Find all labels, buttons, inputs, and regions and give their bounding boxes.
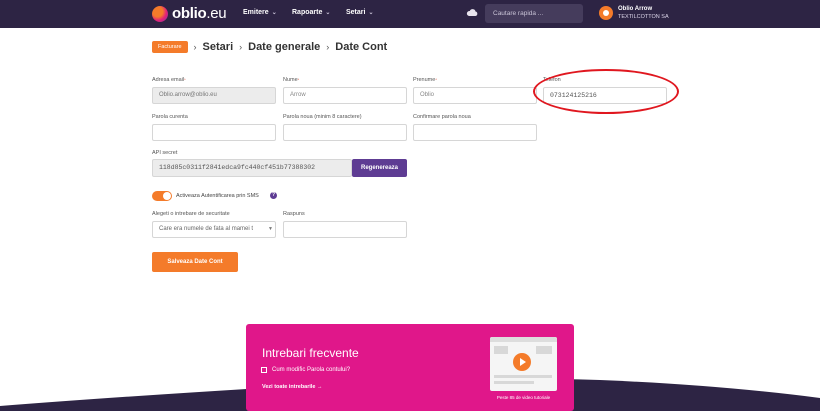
sms-auth-toggle[interactable] (152, 191, 172, 201)
nav-setari[interactable]: Setari ⌄ (346, 9, 374, 16)
breadcrumb-setari[interactable]: Setari (203, 41, 234, 53)
nume-label: Nume* (283, 77, 300, 83)
chevron-down-icon: ⌄ (271, 10, 277, 16)
top-navbar: oblio.eu Emitere ⌄ Rapoarte ⌄ Setari ⌄ Caut… (0, 0, 820, 28)
user-avatar-icon[interactable] (599, 6, 613, 20)
save-button[interactable]: Salveaza Date Cont (152, 252, 238, 272)
parola-noua-label: Parola noua (minim 8 caractere) (283, 114, 362, 120)
email-field[interactable]: Oblio.arrow@oblio.eu (152, 87, 276, 104)
faq-all-link[interactable]: Vezi toate intrebarile → (262, 384, 323, 390)
cloud-icon[interactable] (466, 8, 478, 17)
confirmare-parola-label: Confirmare parola noua (413, 114, 471, 120)
chevron-right-icon: › (326, 42, 330, 52)
user-company: TEXTILCOTTON SA (618, 14, 669, 20)
security-question-select[interactable]: Care era numele de fata al mamei t (152, 221, 276, 238)
chevron-right-icon: › (193, 42, 197, 52)
email-label: Adresa email* (152, 77, 186, 83)
help-icon[interactable]: ? (270, 192, 277, 199)
breadcrumb: Facturare › Setari › Date generale › Dat… (152, 41, 387, 53)
chevron-down-icon: ⌄ (325, 10, 331, 16)
sms-auth-label: Activeaza Autentificarea prin SMS (176, 193, 259, 199)
prenume-field[interactable]: Oblio (413, 87, 537, 104)
video-caption: Peste 85 de video tutoriale (496, 395, 551, 400)
brand-logo[interactable]: oblio.eu (152, 5, 227, 22)
chevron-right-icon: › (239, 42, 243, 52)
nav-emitere[interactable]: Emitere ⌄ (243, 9, 277, 16)
facturare-badge[interactable]: Facturare (152, 41, 188, 53)
breadcrumb-date-generale[interactable]: Date generale (248, 41, 320, 53)
chevron-down-icon: ⌄ (368, 10, 374, 16)
nume-field[interactable]: Arrow (283, 87, 407, 104)
parola-curenta-field[interactable] (152, 124, 276, 141)
video-tutorial-thumbnail[interactable] (490, 337, 557, 391)
parola-noua-field[interactable] (283, 124, 407, 141)
raspuns-label: Raspuns (283, 211, 305, 217)
chevron-down-icon: ▼ (268, 226, 273, 232)
play-icon[interactable] (513, 353, 531, 371)
nav-rapoarte[interactable]: Rapoarte ⌄ (292, 9, 330, 16)
user-name[interactable]: Oblio Arrow (618, 6, 652, 12)
parola-curenta-label: Parola curenta (152, 114, 188, 120)
intrebare-label: Alegeti o intrebare de securitate (152, 211, 230, 217)
faq-question-item[interactable]: Cum modific Parola contului? (261, 367, 350, 373)
logo-icon (152, 5, 168, 22)
regenereaza-button[interactable]: Regenereaza (352, 159, 407, 177)
plus-square-icon (261, 367, 267, 373)
breadcrumb-date-cont: Date Cont (335, 41, 388, 53)
faq-card: Intrebari frecvente Cum modific Parola c… (246, 324, 574, 411)
api-secret-field[interactable]: 118d85c0311f2841edca9fc440cf451b77388302 (152, 159, 352, 177)
logo-text: oblio.eu (172, 5, 227, 22)
faq-title: Intrebari frecvente (262, 346, 359, 360)
raspuns-field[interactable] (283, 221, 407, 238)
quick-search-input[interactable]: Cautare rapida ... (485, 4, 583, 23)
highlight-circle (533, 69, 679, 114)
prenume-label: Prenume* (413, 77, 437, 83)
confirmare-parola-field[interactable] (413, 124, 537, 141)
api-secret-label: API secret (152, 150, 178, 156)
